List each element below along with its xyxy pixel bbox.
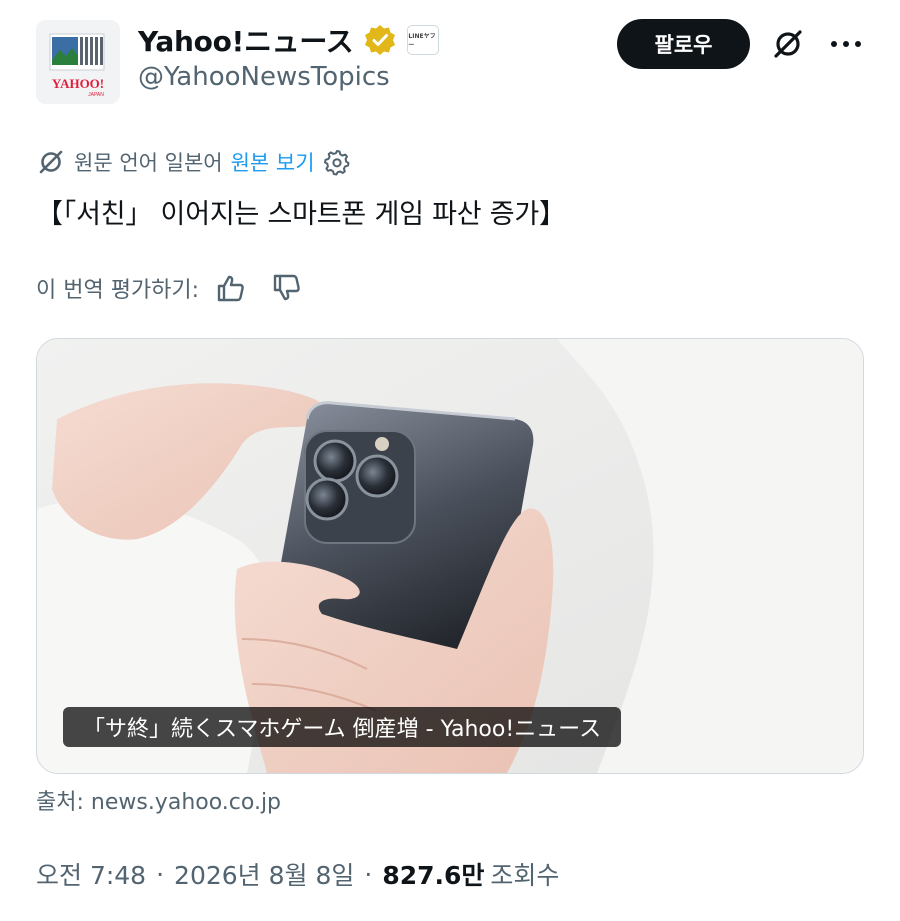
svg-text:JAPAN: JAPAN xyxy=(88,92,104,98)
tweet-meta: 오전 7:48 · 2026년 8월 8일 · 827.6만 조회수 xyxy=(36,852,559,896)
thumbs-up-icon[interactable] xyxy=(213,270,249,306)
tweet-text: 【「서친」 이어지는 스마트폰 게임 파산 증가】 xyxy=(36,199,566,230)
verified-badge-icon[interactable] xyxy=(363,23,397,57)
thumbs-down-icon[interactable] xyxy=(269,270,305,306)
tweet-time[interactable]: 오전 7:48 xyxy=(36,856,146,892)
more-dots-icon[interactable] xyxy=(826,22,866,66)
handle[interactable]: @YahooNewsTopics xyxy=(138,62,390,92)
svg-text:YAHOO!: YAHOO! xyxy=(52,76,104,91)
original-language-label: 원문 언어 일본어 xyxy=(74,151,223,175)
follow-button[interactable]: 팔로우 xyxy=(617,19,750,69)
avatar[interactable]: YAHOO! JAPAN xyxy=(36,20,120,104)
views-label: 조회수 xyxy=(490,861,560,890)
rate-translation-row: 이 번역 평가하기: xyxy=(36,268,305,308)
affiliate-badge[interactable]: LINEヤフー xyxy=(407,25,440,55)
rate-prompt: 이 번역 평가하기: xyxy=(36,278,200,303)
link-card[interactable]: 「サ終」続くスマホゲーム 倒産増 - Yahoo!ニュース xyxy=(36,338,864,774)
views-count[interactable]: 827.6만 xyxy=(382,856,484,892)
tweet-date[interactable]: 2026년 8월 8일 xyxy=(174,856,354,892)
view-original-link[interactable]: 원본 보기 xyxy=(231,147,315,177)
yahoo-news-logo: YAHOO! JAPAN xyxy=(36,20,120,104)
card-source[interactable]: 출처: news.yahoo.co.jp xyxy=(36,784,281,816)
slashed-circle-icon[interactable] xyxy=(766,22,810,66)
display-name[interactable]: Yahoo!ニュース xyxy=(138,20,354,60)
name-row: Yahoo!ニュース LINEヤフー xyxy=(138,20,440,60)
meta-separator: · xyxy=(364,859,373,889)
card-caption: 「サ終」続くスマホゲーム 倒産増 - Yahoo!ニュース xyxy=(63,707,622,747)
gear-icon[interactable] xyxy=(323,148,351,176)
meta-separator: · xyxy=(156,859,165,889)
translate-icon xyxy=(36,147,66,177)
translation-row: 원문 언어 일본어 원본 보기 xyxy=(36,145,351,179)
